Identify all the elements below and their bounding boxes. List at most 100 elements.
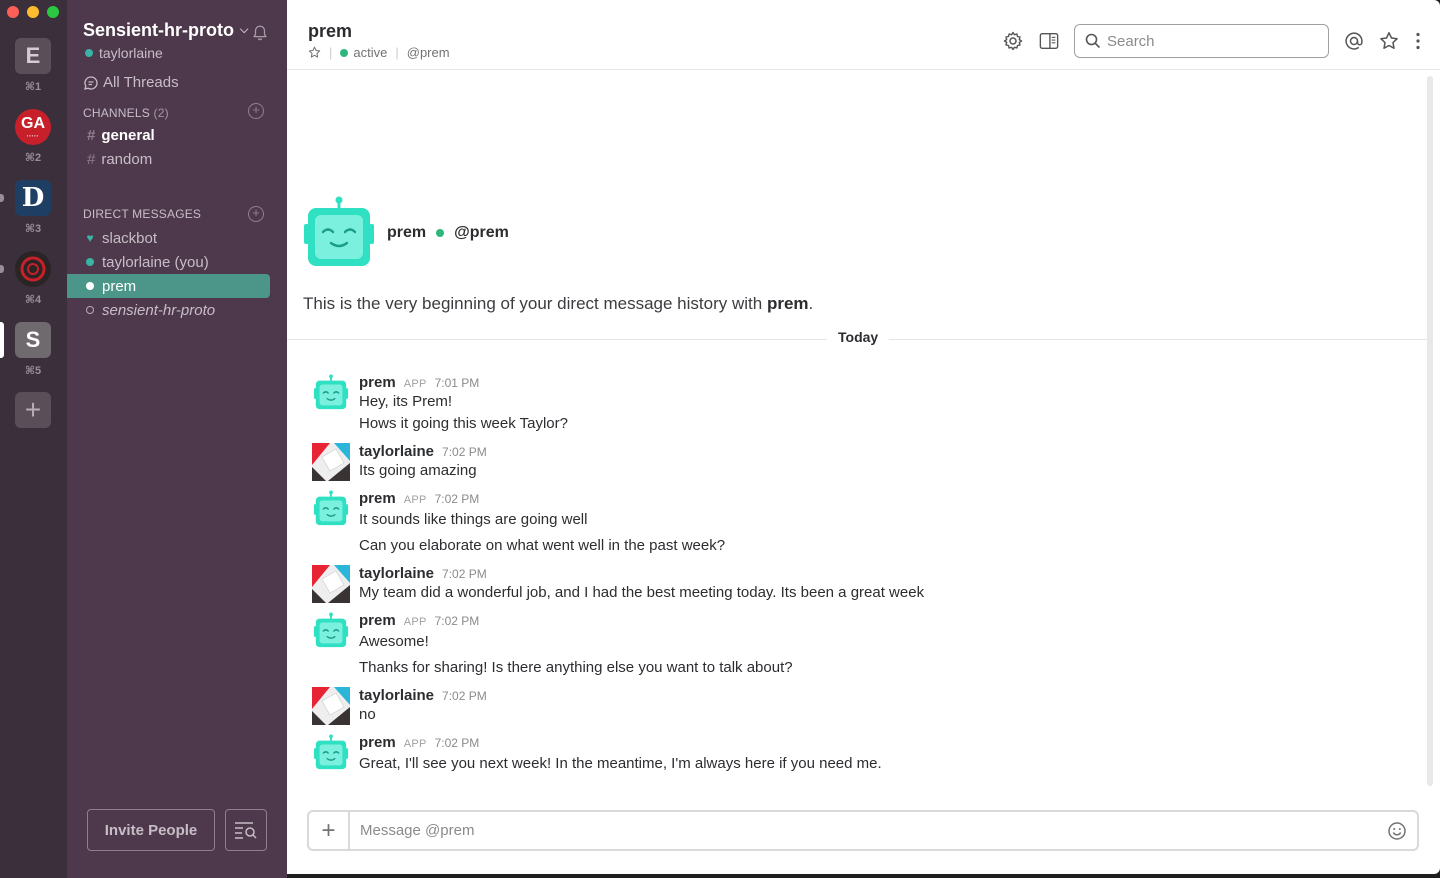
hash-icon: # — [87, 127, 96, 144]
message-text: no — [359, 706, 376, 723]
message-author[interactable]: prem — [359, 374, 396, 391]
sidebar-item-slackbot[interactable]: ♥ slackbot — [67, 226, 270, 250]
message-timestamp[interactable]: 7:02 PM — [442, 689, 487, 703]
message-header: taylorlaine 7:02 PM — [359, 565, 487, 582]
team-4[interactable]: ⌘4 — [0, 251, 51, 306]
channels-header-label: CHANNELS — [83, 106, 150, 120]
invite-people-button[interactable]: Invite People — [87, 809, 215, 851]
message-timestamp[interactable]: 7:02 PM — [442, 445, 487, 459]
presence-active-icon — [436, 229, 445, 237]
message-author[interactable]: prem — [359, 490, 396, 507]
message-header: prem APP 7:02 PM — [359, 612, 479, 629]
separator: | — [329, 45, 333, 60]
starred-items-icon[interactable] — [1379, 31, 1399, 51]
details-panel-icon[interactable] — [1039, 31, 1059, 51]
channels-count: (2) — [153, 106, 169, 120]
message-header: prem APP 7:02 PM — [359, 490, 479, 507]
message-author[interactable]: taylorlaine — [359, 565, 434, 582]
workspace-name: Sensient-hr-proto — [83, 20, 234, 40]
message-input[interactable] — [350, 822, 1377, 839]
channels-header[interactable]: CHANNELS (2) — [83, 106, 169, 120]
main-pane: prem | active | @prem Search prem @prem … — [287, 0, 1440, 874]
user-avatar[interactable] — [312, 443, 350, 481]
heart-icon: ♥ — [86, 231, 94, 245]
header-handle: @prem — [406, 45, 450, 60]
sidebar-item-sensient-hr-proto[interactable]: sensient-hr-proto — [67, 298, 270, 322]
message-text: It sounds like things are going well — [359, 511, 588, 528]
search-input[interactable] — [1107, 32, 1317, 50]
user-avatar[interactable] — [312, 565, 350, 603]
more-vertical-icon[interactable] — [1408, 31, 1428, 51]
emoji-button[interactable] — [1377, 821, 1417, 841]
unread-indicator — [0, 265, 4, 273]
bot-avatar[interactable] — [312, 612, 350, 650]
presence-active-icon — [85, 49, 93, 57]
scrollbar[interactable] — [1427, 76, 1433, 786]
channel-meta: | active | @prem — [308, 45, 450, 60]
message-author[interactable]: taylorlaine — [359, 443, 434, 460]
quick-switcher-button[interactable] — [225, 809, 267, 851]
dm-header[interactable]: DIRECT MESSAGES — [83, 207, 201, 221]
intro-handle[interactable]: @prem — [454, 224, 509, 242]
intro-text: This is the very beginning of your direc… — [303, 294, 813, 314]
intro-bold-name: prem — [766, 294, 809, 313]
sidebar-item-taylorlaine[interactable]: taylorlaine (you) — [67, 250, 270, 274]
message-author[interactable]: taylorlaine — [359, 687, 434, 704]
hash-icon: # — [87, 151, 96, 168]
message-timestamp[interactable]: 7:02 PM — [435, 492, 480, 506]
minimize-window-button[interactable] — [27, 6, 39, 18]
gear-icon[interactable] — [1003, 31, 1023, 51]
intro-display-name[interactable]: prem — [387, 224, 426, 242]
team-icon — [15, 251, 51, 287]
dm-label: prem — [102, 277, 137, 295]
current-user-name: taylorlaine — [99, 45, 163, 61]
team-logo-icon — [20, 256, 46, 282]
sidebar-item-general[interactable]: # general — [87, 127, 155, 144]
presence-active-icon — [340, 48, 349, 57]
team-2[interactable]: GA ▪▪▪▪▪ ⌘2 — [15, 109, 51, 164]
app-badge: APP — [403, 738, 427, 750]
message-composer[interactable]: + — [307, 810, 1419, 851]
dm-label: taylorlaine (you) — [102, 253, 209, 271]
star-icon[interactable] — [308, 46, 321, 59]
message-header: prem APP 7:02 PM — [359, 734, 479, 751]
zoom-window-button[interactable] — [47, 6, 59, 18]
plus-icon: + — [15, 392, 51, 428]
message-timestamp[interactable]: 7:02 PM — [442, 567, 487, 581]
bot-avatar[interactable] — [312, 734, 350, 772]
attach-plus-button[interactable]: + — [309, 812, 350, 849]
close-window-button[interactable] — [7, 6, 19, 18]
team-5-active[interactable]: S ⌘5 — [0, 322, 51, 377]
team-icon: D — [15, 180, 51, 216]
message-author[interactable]: prem — [359, 734, 396, 751]
sidebar-item-prem[interactable]: prem — [67, 274, 270, 298]
team-1[interactable]: E ⌘1 — [15, 38, 51, 93]
bot-avatar[interactable] — [312, 374, 350, 412]
dm-header-label: DIRECT MESSAGES — [83, 207, 202, 221]
separator: | — [395, 45, 399, 60]
add-team-button[interactable]: + — [15, 392, 51, 428]
bot-avatar[interactable] — [312, 490, 350, 528]
mentions-icon[interactable] — [1344, 31, 1364, 51]
team-shortcut: ⌘5 — [24, 365, 42, 377]
message-timestamp[interactable]: 7:01 PM — [435, 376, 480, 390]
current-user[interactable]: taylorlaine — [85, 45, 163, 61]
add-channel-icon[interactable]: + — [248, 103, 264, 119]
sidebar-item-random[interactable]: # random — [87, 151, 152, 168]
add-dm-icon[interactable]: + — [248, 206, 264, 222]
dm-label: sensient-hr-proto — [102, 301, 216, 319]
all-threads-link[interactable]: All Threads — [83, 74, 179, 91]
message-timestamp[interactable]: 7:02 PM — [435, 614, 480, 628]
message-timestamp[interactable]: 7:02 PM — [435, 736, 480, 750]
user-avatar[interactable] — [312, 687, 350, 725]
search-box[interactable] — [1074, 24, 1329, 58]
search-list-icon — [235, 822, 257, 839]
team-icon: E — [15, 38, 51, 74]
chevron-down-icon: ⌵ — [240, 24, 249, 36]
team-3[interactable]: D ⌘3 — [0, 180, 51, 235]
bell-icon[interactable] — [251, 24, 269, 42]
message-author[interactable]: prem — [359, 612, 396, 629]
window-controls — [7, 6, 59, 18]
message-text: Awesome! — [359, 633, 429, 650]
workspace-menu[interactable]: Sensient-hr-proto ⌵ — [83, 20, 248, 41]
